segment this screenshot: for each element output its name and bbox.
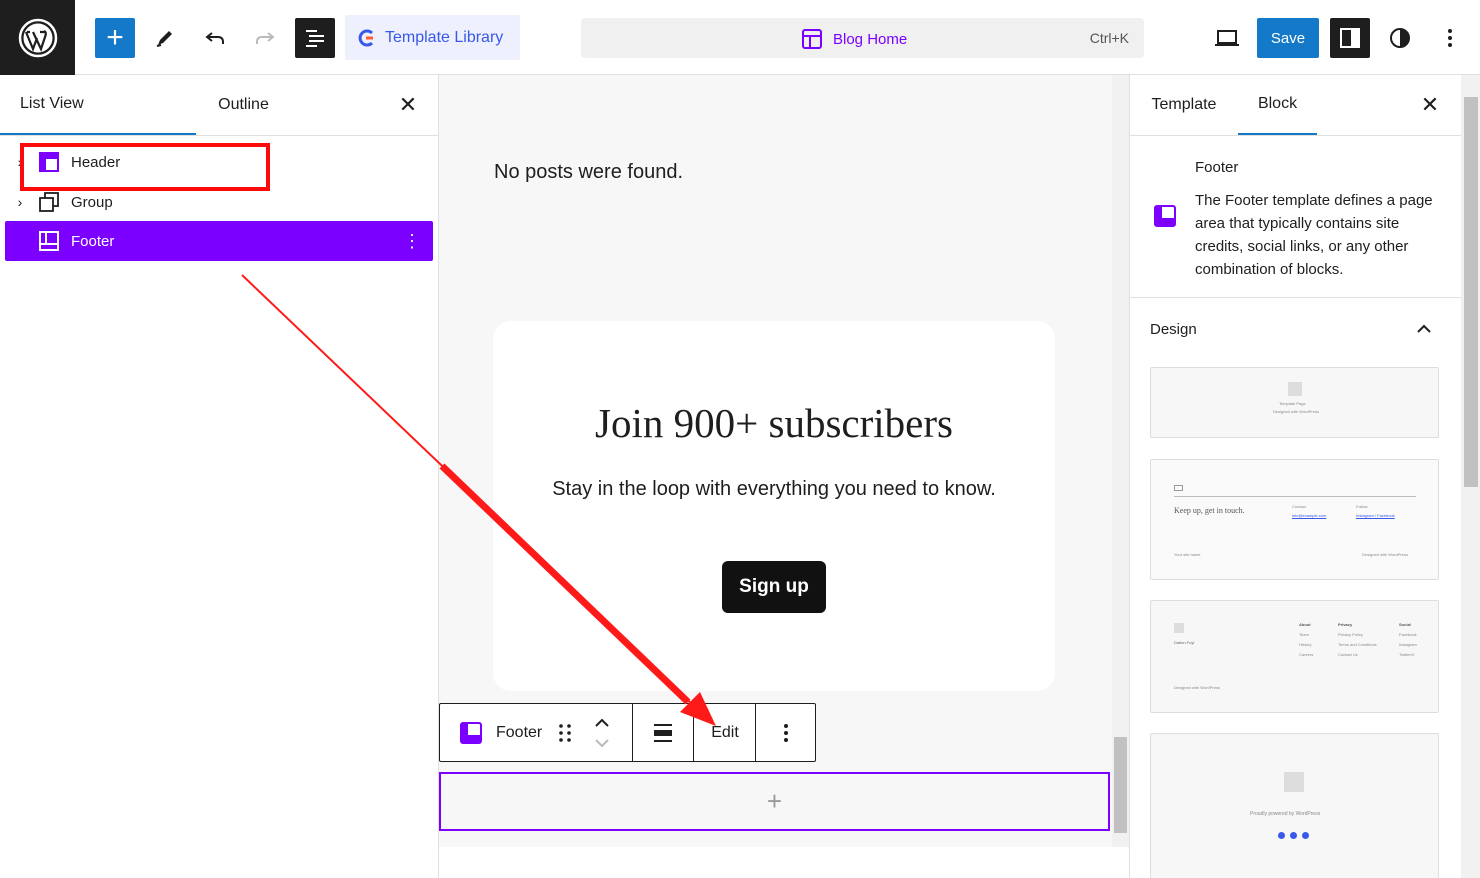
footer-pattern-option[interactable]: Keep up, get in touch. Contact info@exam… [1150, 459, 1439, 580]
tab-list-view[interactable]: List View [0, 75, 196, 135]
tab-template[interactable]: Template [1130, 75, 1238, 135]
canvas-scrollbar[interactable] [1112, 75, 1129, 847]
chevron-right-icon[interactable]: › [5, 194, 35, 210]
placeholder-image-icon [1284, 772, 1304, 792]
list-view-icon [306, 30, 324, 47]
drag-handle-icon[interactable] [558, 723, 572, 743]
styles-button[interactable] [1380, 18, 1420, 58]
redo-button[interactable] [245, 18, 285, 58]
divider [0, 135, 438, 136]
sign-up-button[interactable]: Sign up [722, 561, 826, 613]
contrast-icon [1390, 28, 1410, 48]
wordpress-logo-button[interactable] [0, 0, 75, 75]
twitter-icon [1290, 832, 1297, 839]
group-icon [39, 192, 59, 212]
more-vertical-icon [1448, 29, 1452, 47]
close-icon[interactable]: ✕ [396, 92, 420, 117]
document-title-text: Blog Home [833, 30, 908, 48]
subscribe-subtext: Stay in the loop with everything you nee… [552, 478, 996, 500]
template-icon [802, 29, 822, 49]
list-item-label: Group [71, 193, 113, 211]
no-posts-message: No posts were found. [494, 161, 683, 183]
block-card-description: The Footer template defines a page area … [1195, 192, 1433, 278]
settings-sidebar: Template Block ✕ Footer The Footer templ… [1129, 75, 1480, 878]
mail-icon [1174, 485, 1183, 491]
pattern-text: Designed with WordPress [1273, 409, 1319, 414]
save-button[interactable]: Save [1257, 18, 1319, 58]
wordpress-icon [1302, 832, 1309, 839]
toolbar-block-label: Footer [496, 724, 543, 741]
sidebar-scrollbar[interactable] [1461, 75, 1480, 878]
block-card-title: Footer [1195, 159, 1239, 176]
preview-device-button[interactable] [1207, 18, 1247, 58]
plus-icon: + [106, 21, 124, 54]
tab-block[interactable]: Block [1238, 75, 1317, 135]
list-view-panel: List View Outline ✕ › Header › Group Foo… [0, 75, 439, 878]
settings-toggle-button[interactable] [1330, 18, 1370, 58]
footer-icon[interactable] [460, 722, 482, 744]
editor-top-bar: + Template Library Blog Home Ctrl+K Save [0, 0, 1480, 75]
block-toolbar: Footer Edit [439, 703, 816, 762]
tools-button[interactable] [145, 18, 185, 58]
align-icon[interactable] [652, 723, 674, 743]
wordpress-icon [18, 18, 57, 57]
chevron-up-icon[interactable] [594, 716, 610, 730]
sidebar-icon [1340, 28, 1360, 48]
command-shortcut: Ctrl+K [1089, 30, 1129, 46]
document-title: Blog Home [801, 28, 907, 50]
more-vertical-icon[interactable] [783, 723, 789, 743]
add-block-button[interactable]: + [95, 18, 135, 58]
redo-icon [256, 32, 275, 44]
list-item-footer[interactable]: Footer ⋮ [5, 221, 433, 261]
placeholder-image-icon [1174, 623, 1184, 633]
editor-canvas: No posts were found. Join 900+ subscribe… [439, 75, 1129, 878]
document-overview-button[interactable] [295, 18, 335, 58]
desktop-icon [1215, 30, 1239, 46]
chevron-up-icon[interactable] [1416, 323, 1432, 335]
command-palette-bar[interactable]: Blog Home Ctrl+K [581, 18, 1144, 58]
more-vertical-icon[interactable]: ⋮ [403, 231, 421, 252]
social-icons [1278, 832, 1309, 839]
undo-icon [205, 32, 224, 44]
tab-outline[interactable]: Outline [196, 75, 291, 135]
scrollbar-thumb[interactable] [1114, 737, 1127, 833]
block-appender[interactable]: + [439, 772, 1110, 831]
subscribe-card: Join 900+ subscribers Stay in the loop w… [493, 321, 1055, 691]
scrollbar-thumb[interactable] [1464, 97, 1478, 487]
design-panel-heading[interactable]: Design [1150, 321, 1197, 338]
chevron-down-icon[interactable] [594, 736, 610, 750]
template-library-label: Template Library [385, 28, 504, 46]
close-icon[interactable]: ✕ [1418, 92, 1442, 117]
subscribe-heading: Join 900+ subscribers [595, 400, 953, 446]
list-item-label: Footer [71, 232, 115, 250]
footer-pattern-option[interactable]: Template Page Designed with WordPress [1150, 367, 1439, 438]
pencil-icon [156, 31, 172, 47]
plus-icon: + [766, 786, 783, 816]
template-library-button[interactable]: Template Library [345, 15, 520, 60]
footer-icon [39, 231, 59, 251]
footer-pattern-option[interactable]: Dalton Foyl About Team History Careers P… [1150, 600, 1439, 713]
pattern-heading: Keep up, get in touch. [1174, 506, 1245, 515]
annotation-highlight-box [20, 143, 270, 191]
footer-pattern-option[interactable]: Proudly powered by WordPress [1150, 733, 1439, 878]
template-library-icon [358, 29, 374, 46]
undo-button[interactable] [195, 18, 235, 58]
footer-icon [1154, 205, 1176, 227]
edit-button[interactable]: Edit [694, 704, 756, 761]
facebook-icon [1278, 832, 1285, 839]
pattern-text: Template Page [1279, 401, 1306, 406]
options-menu-button[interactable] [1430, 18, 1470, 58]
placeholder-image-icon [1288, 382, 1302, 396]
